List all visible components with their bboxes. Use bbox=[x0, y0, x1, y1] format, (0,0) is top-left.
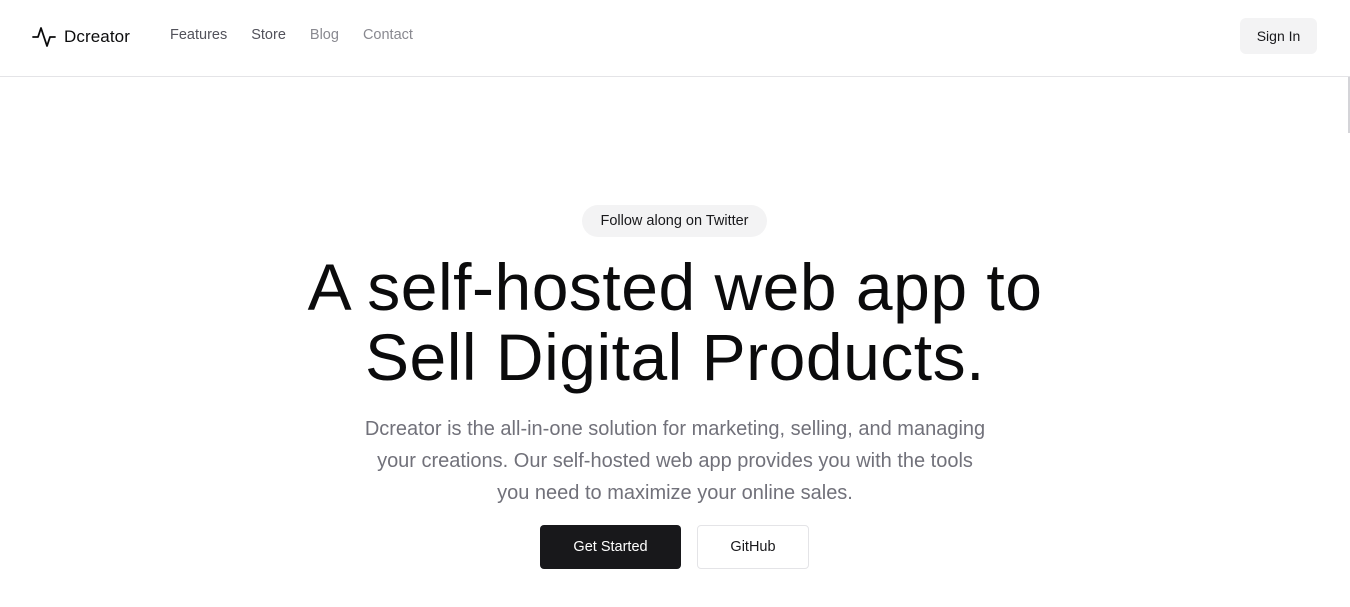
subheading-line-2: your creations. Our self-hosted web app … bbox=[377, 450, 973, 472]
hero-headline: A self-hosted web app to Sell Digital Pr… bbox=[175, 252, 1175, 392]
hero-section: Follow along on Twitter A self-hosted we… bbox=[0, 0, 1350, 607]
get-started-button[interactable]: Get Started bbox=[540, 525, 681, 569]
subheading-line-1: Dcreator is the all-in-one solution for … bbox=[364, 418, 986, 440]
hero-subheading: Dcreator is the all-in-one solution for … bbox=[325, 413, 1025, 509]
headline-line-2: Sell Digital Products. bbox=[365, 320, 985, 394]
headline-line-1: A self-hosted web app to bbox=[307, 250, 1043, 324]
github-button[interactable]: GitHub bbox=[697, 525, 809, 569]
twitter-announcement-pill[interactable]: Follow along on Twitter bbox=[582, 205, 767, 237]
subheading-line-3: you need to maximize your online sales. bbox=[497, 482, 853, 504]
